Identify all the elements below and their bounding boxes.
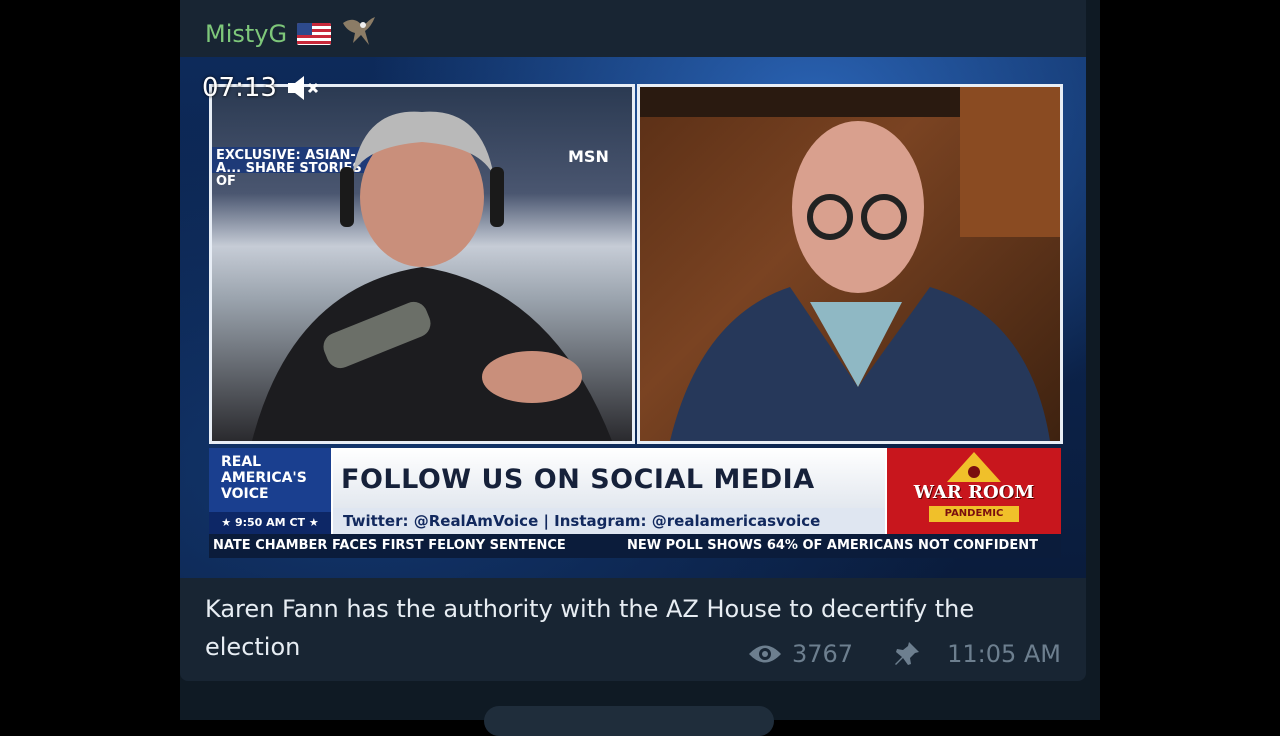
flag-us-icon [297, 22, 332, 45]
network-logo: REAL AMERICA'S VOICE ★ 9:50 AM CT ★ [209, 448, 331, 534]
show-title: WAR ROOM [913, 482, 1035, 503]
pin-icon [895, 642, 920, 665]
ticker-item-left: NATE CHAMBER FACES FIRST FELONY SENTENCE [213, 538, 566, 553]
video-player[interactable]: EXCLUSIVE: ASIAN-A... SHARE STORIES OF M… [180, 57, 1086, 578]
sender-row[interactable]: MistyG [205, 13, 377, 54]
video-timecode: 07:13 [202, 73, 277, 103]
mute-icon[interactable] [286, 73, 320, 103]
video-panel-left: EXCLUSIVE: ASIAN-A... SHARE STORIES OF M… [209, 84, 635, 444]
social-handles: Twitter: @RealAmVoice | Instagram: @real… [343, 512, 821, 530]
network-logo-text: REAL AMERICA'S VOICE [221, 454, 307, 502]
video-panel-right [637, 84, 1063, 444]
sender-name[interactable]: MistyG [205, 20, 287, 48]
guest-figure [640, 87, 1060, 441]
headline-box: FOLLOW US ON SOCIAL MEDIA [333, 448, 885, 508]
ticker-item-right: NEW POLL SHOWS 64% OF AMERICANS NOT CONF… [627, 538, 1038, 553]
scroll-to-bottom-pill[interactable] [484, 706, 774, 736]
lower-third: REAL AMERICA'S VOICE ★ 9:50 AM CT ★ FOLL… [209, 448, 1061, 534]
view-count: 3767 [792, 640, 854, 668]
headline: FOLLOW US ON SOCIAL MEDIA [341, 464, 815, 495]
host-figure [252, 111, 612, 441]
show-logo: WAR ROOM PANDEMIC [887, 448, 1061, 534]
hazard-icon [947, 452, 1001, 482]
eagle-icon [341, 13, 377, 54]
eye-icon [749, 645, 781, 663]
message-time: 11:05 AM [947, 640, 1061, 668]
broadcast-time: ★ 9:50 AM CT ★ [209, 512, 331, 534]
message-meta: 3767 11:05 AM [748, 640, 1061, 668]
news-ticker: NATE CHAMBER FACES FIRST FELONY SENTENCE… [209, 534, 1061, 558]
show-subtitle: PANDEMIC [929, 506, 1019, 522]
social-handles-box: Twitter: @RealAmVoice | Instagram: @real… [333, 508, 885, 534]
